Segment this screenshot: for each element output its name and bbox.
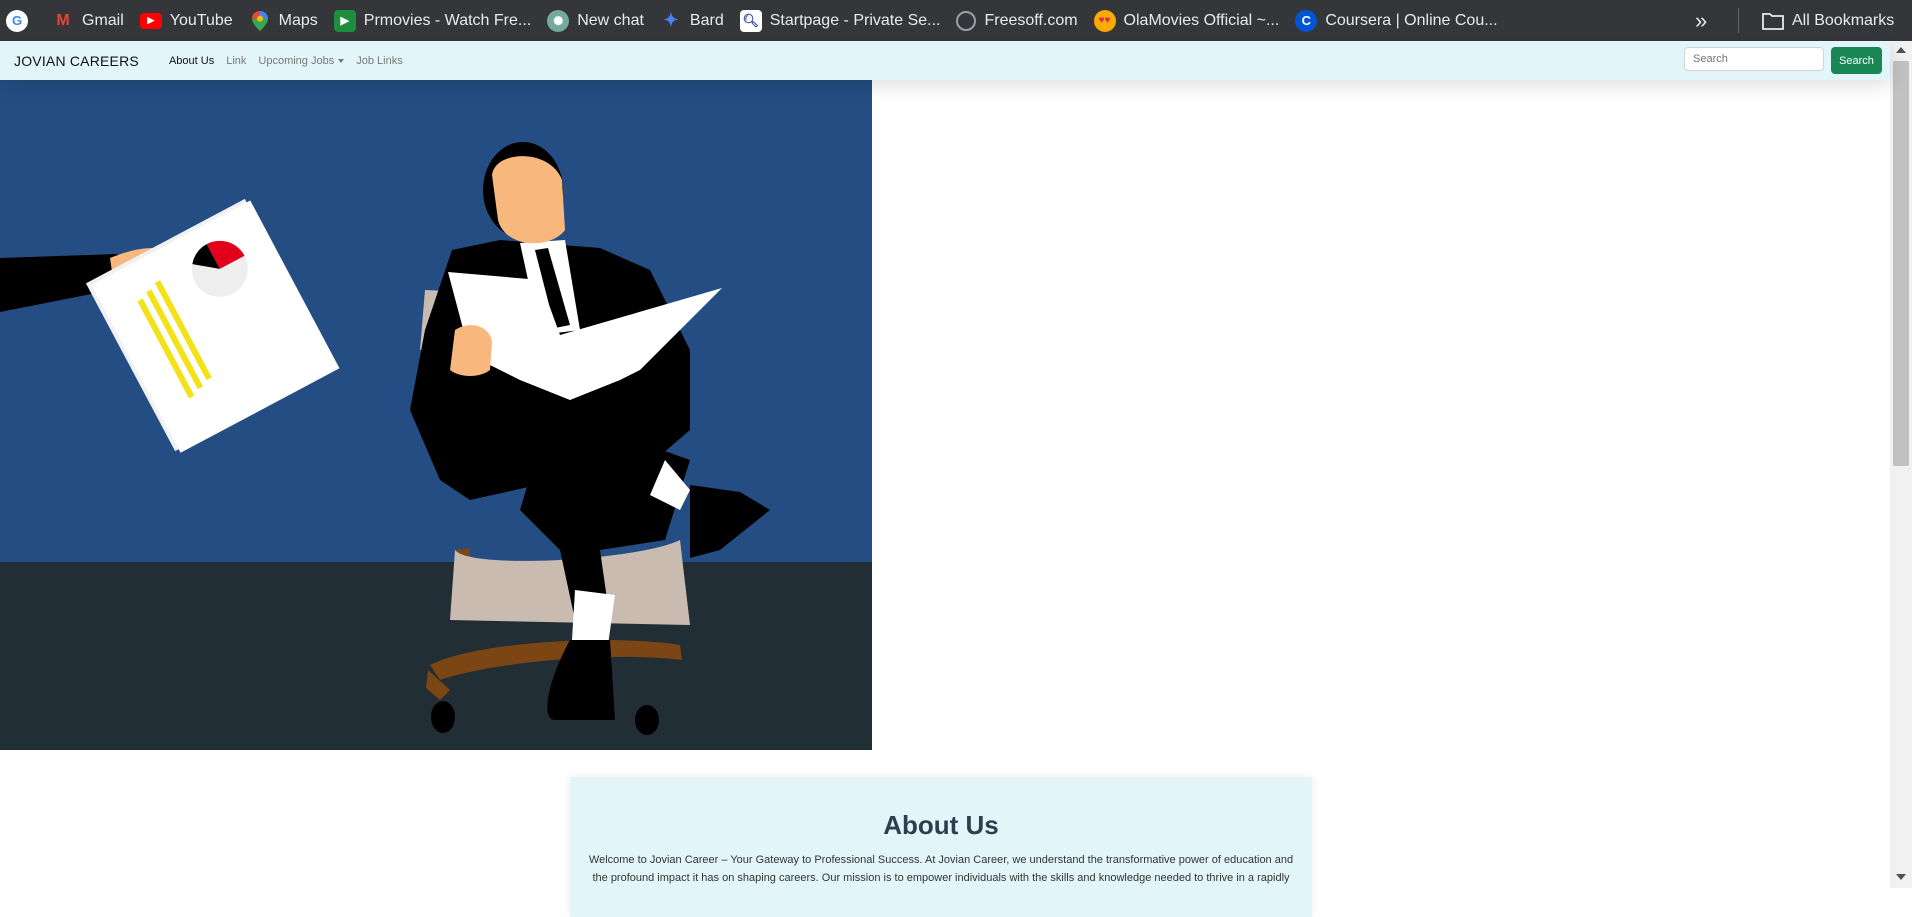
bookmark-startpage[interactable]: 🔍︎ Startpage - Private Se... — [734, 0, 951, 41]
bookmark-google[interactable]: G — [0, 0, 46, 41]
about-us-text: Welcome to Jovian Career – Your Gateway … — [588, 854, 1294, 884]
search-input[interactable] — [1684, 47, 1824, 71]
bard-icon: ✦ — [663, 10, 679, 30]
all-bookmarks-button[interactable]: All Bookmarks — [1762, 0, 1894, 41]
freesoff-icon — [956, 10, 977, 31]
scroll-down-arrow-icon[interactable] — [1896, 874, 1906, 880]
bookmark-label: Coursera | Online Cou... — [1325, 11, 1498, 29]
page-scrollbar[interactable] — [1890, 41, 1912, 888]
bookmarks-overflow-icon[interactable]: » — [1695, 0, 1707, 41]
bookmark-label: Maps — [278, 11, 318, 29]
bookmark-label: Bard — [689, 11, 724, 29]
nav-upcoming-jobs-dropdown[interactable]: Upcoming Jobs — [258, 54, 345, 67]
scroll-thumb[interactable] — [1893, 61, 1909, 466]
play-icon: ▶ — [333, 9, 356, 32]
bookmark-new-chat[interactable]: ✺ New chat — [541, 0, 654, 41]
bookmark-freesoff[interactable]: Freesoff.com — [950, 0, 1087, 41]
nav-upcoming-jobs-label: Upcoming Jobs — [258, 54, 335, 67]
nav-job-links[interactable]: Job Links — [356, 55, 402, 67]
folder-icon — [1762, 12, 1784, 30]
coursera-icon: C — [1295, 9, 1318, 32]
bookmark-gmail[interactable]: M Gmail — [46, 0, 134, 41]
nav-about-us[interactable]: About Us — [169, 55, 214, 67]
bookmark-label: Gmail — [82, 11, 124, 29]
bookmark-bard[interactable]: ✦ Bard — [654, 0, 734, 41]
google-icon: G — [6, 9, 28, 32]
maps-icon — [249, 10, 271, 32]
nav-link[interactable]: Link — [226, 55, 246, 67]
bookmark-label: Startpage - Private Se... — [769, 11, 941, 29]
bookmarks-divider — [1738, 8, 1739, 33]
bookmark-prmovies[interactable]: ▶ Prmovies - Watch Fre... — [328, 0, 541, 41]
gmail-icon: M — [56, 11, 70, 29]
brand-logo[interactable]: JOVIAN CAREERS — [14, 53, 139, 69]
caret-down-icon — [338, 58, 345, 63]
bookmark-label: Freesoff.com — [984, 11, 1078, 29]
hero-illustration — [0, 80, 872, 750]
bookmark-maps[interactable]: Maps — [243, 0, 328, 41]
bookmark-label: OlaMovies Official ~... — [1123, 11, 1280, 29]
bookmark-olamovies[interactable]: ♥♥ OlaMovies Official ~... — [1088, 0, 1290, 41]
bookmark-label: Prmovies - Watch Fre... — [363, 11, 532, 29]
about-us-heading: About Us — [883, 810, 999, 840]
heart-eyes-icon: ♥♥ — [1093, 9, 1116, 32]
about-us-section: About Us Welcome to Jovian Career – Your… — [570, 777, 1312, 917]
scroll-up-arrow-icon[interactable] — [1896, 47, 1906, 53]
bookmark-youtube[interactable]: ▶ YouTube — [134, 0, 243, 41]
bookmark-label: YouTube — [169, 11, 233, 29]
site-navbar: JOVIAN CAREERS About Us Link Upcoming Jo… — [0, 41, 1890, 80]
search-button[interactable]: Search — [1831, 47, 1882, 74]
bookmarks-bar: G M Gmail ▶ YouTube Maps ▶ Prmovies - Wa… — [0, 0, 1912, 41]
bookmark-label: New chat — [577, 11, 644, 29]
youtube-icon: ▶ — [139, 12, 162, 29]
startpage-icon: 🔍︎ — [739, 9, 762, 32]
chatgpt-icon: ✺ — [547, 9, 570, 32]
bookmark-coursera[interactable]: C Coursera | Online Cou... — [1289, 0, 1507, 41]
all-bookmarks-label: All Bookmarks — [1792, 11, 1895, 29]
